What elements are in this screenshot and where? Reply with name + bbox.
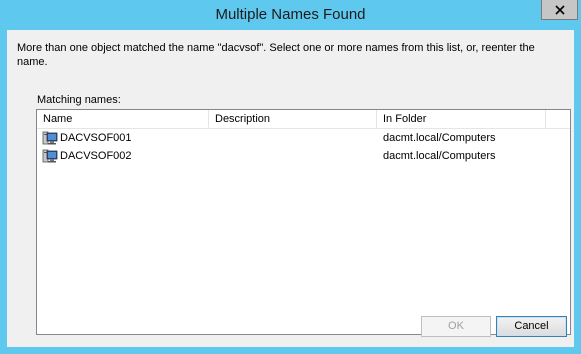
list-item[interactable]: DACVSOF001 dacmt.local/Computers (37, 129, 570, 147)
computer-icon (42, 148, 58, 164)
info-message: More than one object matched the name "d… (17, 42, 535, 68)
column-header-name[interactable]: Name (37, 110, 209, 128)
matching-names-list[interactable]: Name Description In Folder DACVSOF001 da… (36, 109, 571, 335)
column-header-description[interactable]: Description (209, 110, 377, 128)
matching-names-label: Matching names: (37, 94, 121, 106)
item-folder: dacmt.local/Computers (383, 150, 496, 162)
cancel-button[interactable]: Cancel (496, 316, 567, 337)
computer-icon (42, 130, 58, 146)
dialog-body: More than one object matched the name "d… (7, 30, 574, 347)
item-folder: dacmt.local/Computers (383, 132, 496, 144)
column-header-filler (546, 110, 570, 128)
dialog-window: Multiple Names Found More than one objec… (0, 0, 581, 354)
title-bar[interactable]: Multiple Names Found (0, 0, 581, 30)
close-button[interactable] (541, 0, 578, 20)
close-icon (554, 4, 565, 15)
column-header-in-folder[interactable]: In Folder (377, 110, 546, 128)
item-name: DACVSOF001 (60, 132, 132, 144)
ok-button[interactable]: OK (421, 316, 491, 337)
item-name: DACVSOF002 (60, 150, 132, 162)
list-item[interactable]: DACVSOF002 dacmt.local/Computers (37, 147, 570, 165)
list-header: Name Description In Folder (37, 110, 570, 129)
dialog-title: Multiple Names Found (215, 6, 366, 23)
